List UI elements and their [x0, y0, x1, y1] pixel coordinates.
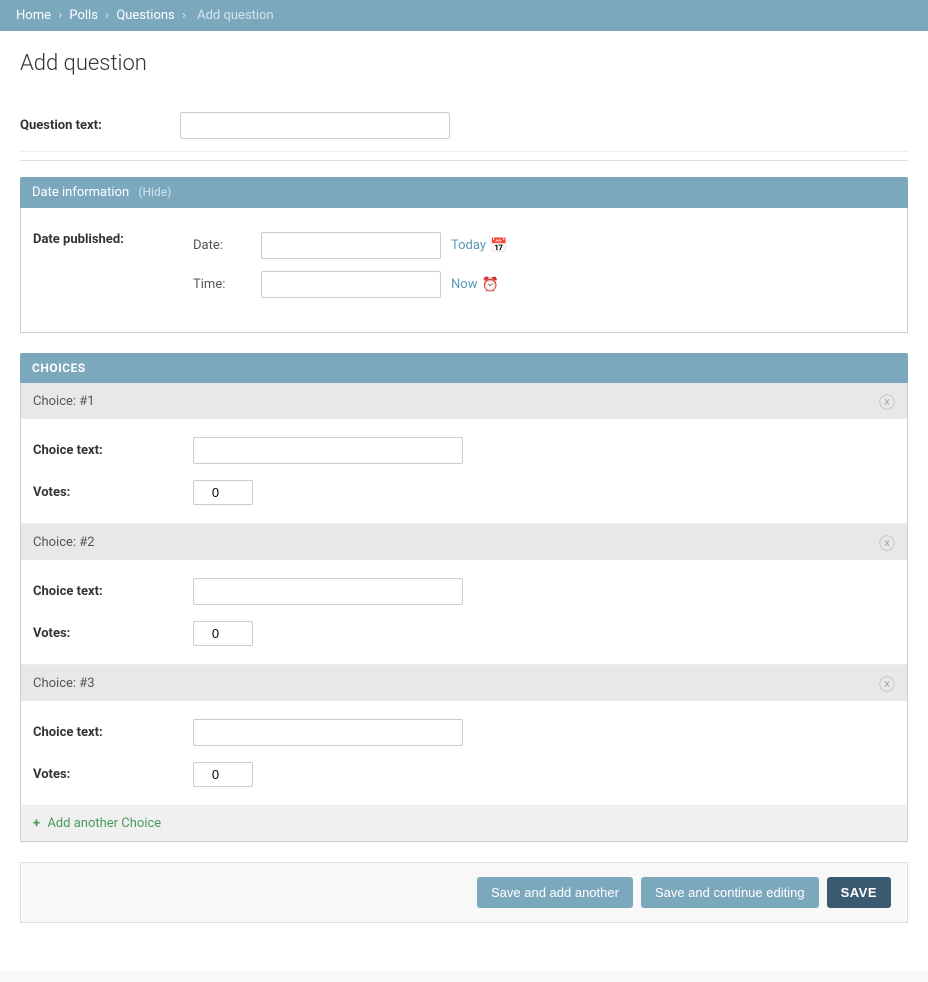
question-text-input[interactable]: [180, 112, 450, 139]
choice-1-header: Choice: #1 ⓧ: [21, 383, 907, 419]
breadcrumb-questions[interactable]: Questions: [116, 8, 174, 23]
question-text-label: Question text:: [20, 118, 180, 133]
date-section-title: Date information: [32, 185, 129, 200]
choice-3-votes-input[interactable]: [193, 762, 253, 787]
breadcrumb-sep-2: ›: [105, 8, 109, 23]
calendar-icon[interactable]: 📅: [490, 238, 507, 254]
date-section-header[interactable]: Date information (Hide): [20, 177, 908, 208]
add-another-row: + Add another Choice: [21, 806, 907, 841]
breadcrumb-sep-1: ›: [58, 8, 62, 23]
breadcrumb-polls[interactable]: Polls: [69, 8, 98, 23]
choice-3-text-row: Choice text:: [33, 711, 895, 754]
choice-2-text-label: Choice text:: [33, 584, 193, 599]
now-link[interactable]: Now: [451, 277, 477, 292]
choice-1-text-label: Choice text:: [33, 443, 193, 458]
choice-2-fields: Choice text: Votes:: [21, 560, 907, 664]
save-continue-editing-button[interactable]: Save and continue editing: [641, 877, 819, 908]
date-input[interactable]: [261, 232, 441, 259]
add-icon: +: [33, 816, 40, 831]
choice-3-label: Choice: #3: [33, 676, 95, 691]
section-divider-1: [20, 160, 908, 161]
choice-1-text-input[interactable]: [193, 437, 463, 464]
choice-2-votes-label: Votes:: [33, 626, 193, 641]
choice-item-1: Choice: #1 ⓧ Choice text: Votes:: [21, 383, 907, 524]
time-input[interactable]: [261, 271, 441, 298]
choice-3-votes-row: Votes:: [33, 754, 895, 795]
choices-section: CHOICES Choice: #1 ⓧ Choice text: Votes:: [20, 353, 908, 842]
choice-item-3: Choice: #3 ⓧ Choice text: Votes:: [21, 665, 907, 806]
date-published-label: Date published:: [33, 232, 193, 247]
choice-2-text-row: Choice text:: [33, 570, 895, 613]
choice-3-votes-label: Votes:: [33, 767, 193, 782]
choice-2-votes-row: Votes:: [33, 613, 895, 654]
page-title: Add question: [20, 51, 908, 76]
main-content: Add question Question text: Date informa…: [0, 31, 928, 971]
choice-1-fields: Choice text: Votes:: [21, 419, 907, 523]
choice-3-text-input[interactable]: [193, 719, 463, 746]
time-field-row: Time: Now ⏰: [193, 271, 507, 298]
date-field-row: Date: Today 📅: [193, 232, 507, 259]
date-section-hide[interactable]: (Hide): [138, 185, 171, 199]
breadcrumb-sep-3: ›: [182, 8, 186, 23]
choices-section-header: CHOICES: [20, 353, 908, 383]
date-published-row: Date published: Date: Today 📅 Time: Now …: [21, 224, 907, 316]
choice-1-label: Choice: #1: [33, 394, 95, 409]
choice-2-delete-icon[interactable]: ⓧ: [879, 530, 895, 554]
save-add-another-button[interactable]: Save and add another: [477, 877, 633, 908]
choice-1-delete-icon[interactable]: ⓧ: [879, 389, 895, 413]
choice-2-header: Choice: #2 ⓧ: [21, 524, 907, 560]
choices-section-body: Choice: #1 ⓧ Choice text: Votes:: [20, 383, 908, 842]
choice-1-votes-row: Votes:: [33, 472, 895, 513]
choice-2-label: Choice: #2: [33, 535, 95, 550]
question-text-row: Question text:: [20, 100, 908, 152]
date-section-body: Date published: Date: Today 📅 Time: Now …: [20, 208, 908, 333]
choice-3-header: Choice: #3 ⓧ: [21, 665, 907, 701]
breadcrumb-bar: Home › Polls › Questions › Add question: [0, 0, 928, 31]
date-information-section: Date information (Hide) Date published: …: [20, 177, 908, 333]
breadcrumb-home[interactable]: Home: [16, 8, 51, 23]
add-another-label: Add another Choice: [47, 816, 161, 831]
breadcrumb-current: Add question: [197, 8, 274, 23]
date-field-label: Date:: [193, 238, 253, 253]
date-fields: Date: Today 📅 Time: Now ⏰: [193, 232, 507, 308]
choice-1-votes-input[interactable]: [193, 480, 253, 505]
choice-1-text-row: Choice text:: [33, 429, 895, 472]
choice-2-votes-input[interactable]: [193, 621, 253, 646]
time-field-label: Time:: [193, 277, 253, 292]
question-text-field: [180, 112, 908, 139]
choice-3-fields: Choice text: Votes:: [21, 701, 907, 805]
today-link[interactable]: Today: [451, 238, 486, 253]
footer-bar: Save and add another Save and continue e…: [20, 862, 908, 923]
save-button[interactable]: SAVE: [827, 877, 891, 908]
add-another-choice-link[interactable]: + Add another Choice: [33, 816, 161, 831]
choice-2-text-input[interactable]: [193, 578, 463, 605]
choice-3-delete-icon[interactable]: ⓧ: [879, 671, 895, 695]
clock-icon[interactable]: ⏰: [481, 277, 498, 293]
choice-1-votes-label: Votes:: [33, 485, 193, 500]
choice-item-2: Choice: #2 ⓧ Choice text: Votes:: [21, 524, 907, 665]
choice-3-text-label: Choice text:: [33, 725, 193, 740]
